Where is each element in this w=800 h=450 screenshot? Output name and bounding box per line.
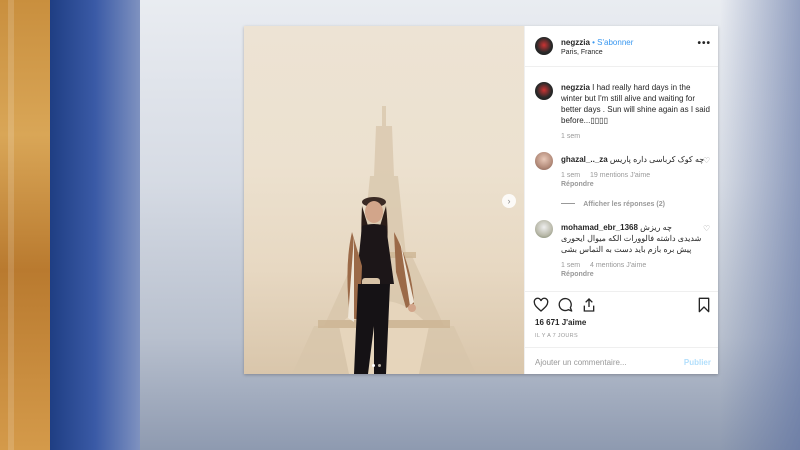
comment-2: mohamad_ebr_1368 چه ریزش شدیدی داشته فال… <box>561 222 711 255</box>
comment-bubble-icon[interactable] <box>557 297 573 313</box>
comment-avatar[interactable] <box>535 220 553 238</box>
caption-avatar[interactable] <box>535 82 553 100</box>
comment-like-icon[interactable]: ♡ <box>703 156 710 165</box>
likes-count[interactable]: 16 671 J'aime <box>535 318 586 327</box>
comment-text: چه کوک کرباسی داره پاریس <box>609 155 705 164</box>
next-image-button[interactable]: › <box>502 194 516 208</box>
bookmark-icon[interactable] <box>697 297 711 313</box>
tv-right-shade <box>720 0 800 450</box>
instagram-post-card: › negzzia • S'abonner Paris, France ••• … <box>244 26 718 374</box>
view-replies-button[interactable]: Afficher les réponses (2) <box>583 201 665 208</box>
comment-time[interactable]: 1 sem <box>561 172 580 179</box>
caption-time[interactable]: 1 sem <box>561 133 580 140</box>
comment-reply-button[interactable]: Répondre <box>561 181 594 188</box>
comment-username[interactable]: ghazal_.._za <box>561 155 608 164</box>
like-heart-icon[interactable] <box>533 297 549 313</box>
comment-meta: 1 sem 4 mentions J'aime <box>561 262 646 269</box>
eiffel-tower-image <box>292 106 476 374</box>
post-actions: 16 671 J'aime IL Y A 7 JOURS Ajouter un … <box>525 291 718 374</box>
more-options-icon[interactable]: ••• <box>697 38 711 49</box>
comment-meta: 1 sem 19 mentions J'aime <box>561 172 650 179</box>
caption-emoji: ▯▯▯▯ <box>590 116 608 125</box>
comment-likes[interactable]: 4 mentions J'aime <box>590 262 646 269</box>
share-icon[interactable] <box>581 297 597 313</box>
add-comment-input[interactable]: Ajouter un commentaire... <box>535 358 627 367</box>
add-comment-bar: Ajouter un commentaire... Publier <box>525 347 718 374</box>
comment-1: ghazal_.._za چه کوک کرباسی داره پاریس <box>561 154 705 165</box>
tv-orange-strip <box>0 0 50 450</box>
comment-time[interactable]: 1 sem <box>561 262 580 269</box>
publish-button[interactable]: Publier <box>684 358 711 367</box>
carousel-dot <box>378 364 381 367</box>
post-header: negzzia • S'abonner Paris, France ••• <box>525 26 718 67</box>
comment-username[interactable]: mohamad_ebr_1368 <box>561 223 638 232</box>
post-timestamp[interactable]: IL Y A 7 JOURS <box>535 333 578 339</box>
follow-button[interactable]: • S'abonner <box>592 38 633 47</box>
tv-blue-strip <box>50 0 140 450</box>
caption-username[interactable]: negzzia <box>561 83 590 92</box>
comment-text-line1: چه ریزش <box>640 223 672 232</box>
replies-line <box>561 203 575 205</box>
comment-avatar[interactable] <box>535 152 553 170</box>
carousel-dot <box>372 364 375 367</box>
post-location[interactable]: Paris, France <box>561 49 603 56</box>
post-caption: negzzia I had really hard days in the wi… <box>561 82 711 126</box>
carousel-dots <box>372 364 381 367</box>
post-photo: › <box>244 26 524 374</box>
comment-reply-button[interactable]: Répondre <box>561 271 594 278</box>
post-sidebar: negzzia • S'abonner Paris, France ••• ne… <box>524 26 718 374</box>
post-username[interactable]: negzzia <box>561 38 590 47</box>
comment-likes[interactable]: 19 mentions J'aime <box>590 172 650 179</box>
view-replies-row[interactable]: Afficher les réponses (2) <box>561 199 665 208</box>
comment-text-line3: پیش بره بازم باید دست به التماس بشی <box>561 245 692 254</box>
comment-text-line2: شدیدی داشته فالوورات الکه میوال ایحوری <box>561 234 702 243</box>
avatar[interactable] <box>535 37 553 55</box>
comment-like-icon[interactable]: ♡ <box>703 224 710 233</box>
